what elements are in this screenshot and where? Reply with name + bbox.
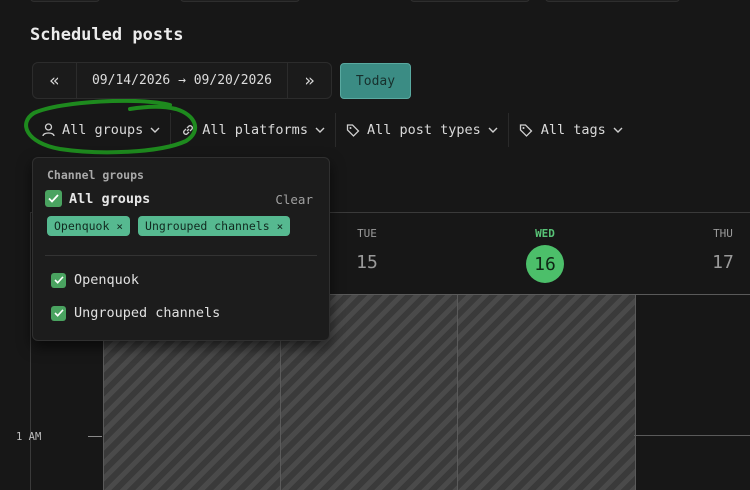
chip-openquok: Openquok × xyxy=(47,216,131,236)
day-of-week: THU xyxy=(713,227,733,240)
dropdown-section-label: Channel groups xyxy=(47,168,144,182)
platforms-filter-label: All platforms xyxy=(202,122,308,138)
tags-filter-label: All tags xyxy=(540,122,606,138)
day-number: 17 xyxy=(712,252,734,273)
chip-ungrouped-channels: Ungrouped channels × xyxy=(138,216,291,236)
day-header-thu: THU 17 xyxy=(693,227,750,273)
chip-label: Openquok xyxy=(54,219,110,233)
annotation-circle xyxy=(24,99,198,155)
checkbox-checked-icon[interactable] xyxy=(51,305,66,321)
tags-icon xyxy=(519,123,534,137)
time-label: 1 AM xyxy=(16,431,42,443)
tag-icon xyxy=(346,123,360,137)
post-types-filter[interactable]: All post types xyxy=(336,112,508,148)
tags-filter[interactable]: All tags xyxy=(509,112,633,148)
date-navigator: « 09/14/2026 → 09/20/2026 » xyxy=(32,62,332,99)
clear-button[interactable]: Clear xyxy=(275,192,313,207)
day-of-week: TUE xyxy=(357,227,377,240)
selected-chips: Openquok × Ungrouped channels × xyxy=(47,216,291,236)
chevron-down-icon xyxy=(613,126,623,134)
chevron-down-icon xyxy=(488,126,498,134)
group-option-label: Ungrouped channels xyxy=(74,305,221,321)
remove-chip-icon[interactable]: × xyxy=(277,220,284,233)
previous-week-button[interactable]: « xyxy=(33,63,77,98)
hour-gridline xyxy=(634,435,750,436)
day-number: 15 xyxy=(356,252,378,273)
day-column-thu[interactable] xyxy=(635,295,750,490)
chevron-down-icon xyxy=(315,126,325,134)
group-option-openquok[interactable]: Openquok xyxy=(51,272,139,288)
day-header-wed: WED 16 xyxy=(515,227,575,283)
chip-label: Ungrouped channels xyxy=(145,219,270,233)
post-types-filter-label: All post types xyxy=(366,122,481,138)
remove-chip-icon[interactable]: × xyxy=(116,220,123,233)
all-groups-label: All groups xyxy=(69,190,151,207)
checkbox-checked-icon[interactable] xyxy=(45,190,62,207)
next-week-button[interactable]: » xyxy=(287,63,331,98)
day-header-tue: TUE 15 xyxy=(337,227,397,273)
time-tick xyxy=(88,436,102,437)
today-date-badge: 16 xyxy=(526,245,564,283)
all-groups-option[interactable]: All groups xyxy=(45,190,150,207)
group-option-ungrouped-channels[interactable]: Ungrouped channels xyxy=(51,305,220,321)
dropdown-divider xyxy=(45,255,317,256)
groups-dropdown: Channel groups All groups Clear Openquok… xyxy=(32,157,330,341)
today-button[interactable]: Today xyxy=(340,63,411,99)
page-title: Scheduled posts xyxy=(30,25,184,45)
day-of-week: WED xyxy=(535,227,555,240)
top-toolbar-remnants xyxy=(0,0,750,6)
day-column-wed[interactable] xyxy=(457,295,635,490)
checkbox-checked-icon[interactable] xyxy=(51,272,66,288)
group-option-label: Openquok xyxy=(74,272,140,288)
date-range-label[interactable]: 09/14/2026 → 09/20/2026 xyxy=(77,63,287,98)
